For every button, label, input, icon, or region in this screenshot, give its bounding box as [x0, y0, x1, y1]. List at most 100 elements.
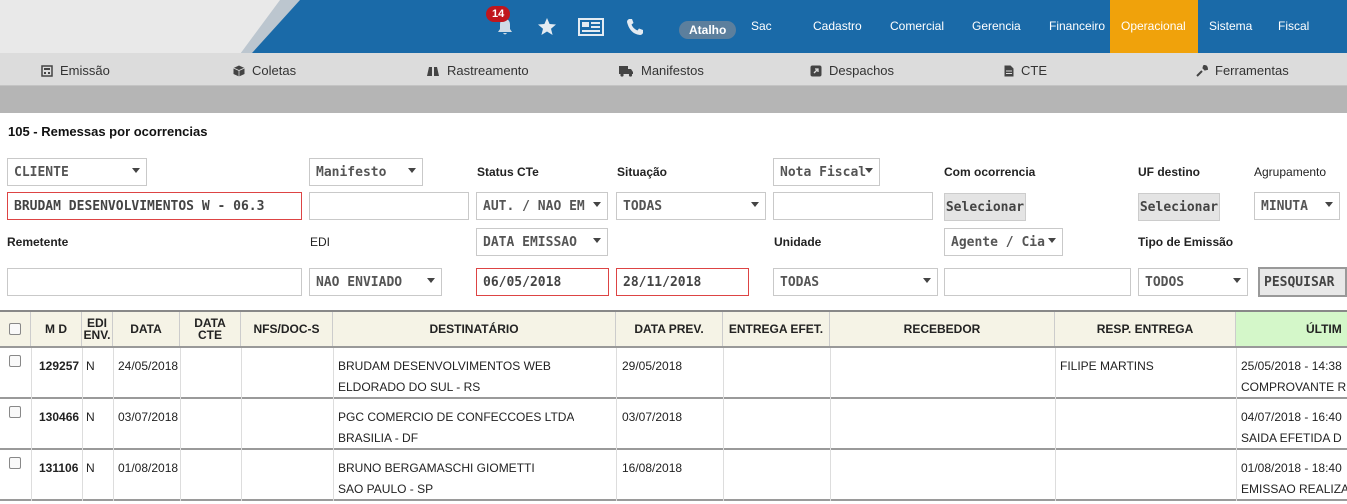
nav-item-sistema[interactable]: Sistema — [1198, 0, 1267, 53]
table-row: 129257 N 24/05/2018 BRUDAM DESENVOLVIMEN… — [0, 348, 1347, 399]
subnav-emissao[interactable]: Emissão — [41, 63, 110, 78]
col-divider — [180, 348, 181, 399]
subnav-manifestos[interactable]: Manifestos — [619, 63, 704, 78]
subnav-ferramentas[interactable]: Ferramentas — [1196, 63, 1289, 78]
phone-button[interactable] — [624, 16, 646, 38]
col-destinatario[interactable]: DESTINATÁRIO — [333, 312, 616, 346]
pesquisar-button[interactable]: PESQUISAR — [1258, 267, 1347, 297]
col-md[interactable]: M D — [31, 312, 82, 346]
edi-select[interactable]: NAO ENVIADO — [309, 268, 442, 296]
binoculars-icon — [427, 66, 439, 76]
col-edi-line2: ENV. — [83, 328, 111, 342]
uf-destino-label: UF destino — [1138, 165, 1200, 179]
row-checkbox[interactable] — [9, 406, 21, 418]
cell-md[interactable]: 129257 — [39, 359, 79, 373]
data-tipo-select[interactable]: DATA EMISSAO — [476, 228, 608, 256]
col-divider — [31, 450, 32, 501]
wrench-icon — [1196, 64, 1208, 77]
col-resp-entrega[interactable]: RESP. ENTREGA — [1055, 312, 1236, 346]
col-divider — [1236, 399, 1237, 450]
page-title: 105 - Remessas por ocorrencias — [8, 124, 208, 139]
row-checkbox[interactable] — [9, 457, 21, 469]
col-data-cte[interactable]: DATA CTE — [180, 312, 241, 346]
remetente-input[interactable] — [7, 268, 302, 296]
nota-fiscal-input[interactable] — [773, 192, 933, 220]
main-nav: Sac Cadastro Comercial Gerencia Financei… — [740, 0, 1327, 53]
col-divider — [830, 450, 831, 501]
cell-destinatario-cidade: ELDORADO DO SUL - RS — [338, 380, 481, 394]
data-fim-input[interactable]: 28/11/2018 — [616, 268, 749, 296]
status-cte-value: AUT. / NAO EM — [483, 198, 585, 214]
cell-edi: N — [86, 461, 95, 475]
com-ocorrencia-label: Com ocorrencia — [944, 165, 1036, 179]
col-edi[interactable]: EDI ENV. — [82, 312, 113, 346]
col-nfs[interactable]: NFS/DOC-S — [241, 312, 333, 346]
data-inicio-input[interactable]: 06/05/2018 — [476, 268, 609, 296]
tipo-emissao-select[interactable]: TODOS — [1138, 268, 1248, 296]
cell-ultima-data: 04/07/2018 - 16:40 — [1241, 410, 1342, 424]
agrupamento-value: MINUTA — [1261, 198, 1308, 214]
atalho-button[interactable]: Atalho — [679, 21, 737, 39]
nav-item-gerencia[interactable]: Gerencia — [961, 0, 1038, 53]
select-all-cell — [0, 312, 31, 346]
nav-item-sac[interactable]: Sac — [740, 0, 802, 53]
situacao-select[interactable]: TODAS — [616, 192, 766, 220]
favorites-button[interactable] — [536, 16, 558, 38]
col-divider — [241, 399, 242, 450]
nav-item-operacional[interactable]: Operacional — [1110, 0, 1198, 53]
ocorrencia-selecionar-button[interactable]: Selecionar — [944, 193, 1026, 221]
newspaper-icon — [578, 17, 604, 36]
col-data-prev[interactable]: DATA PREV. — [616, 312, 723, 346]
cliente-select-value: CLIENTE — [14, 164, 69, 180]
col-divider — [241, 450, 242, 501]
chevron-down-icon — [1233, 278, 1241, 283]
manifesto-select[interactable]: Manifesto — [309, 158, 423, 186]
subnav-coletas[interactable]: Coletas — [233, 63, 296, 78]
subnav-rastreamento[interactable]: Rastreamento — [426, 63, 529, 78]
cliente-input[interactable]: BRUDAM DESENVOLVIMENTOS W - 06.3 — [7, 192, 302, 220]
cell-data: 03/07/2018 — [118, 410, 179, 424]
manifesto-input[interactable] — [309, 192, 469, 220]
cliente-select[interactable]: CLIENTE — [7, 158, 147, 186]
col-recebedor[interactable]: RECEBEDOR — [830, 312, 1055, 346]
row-checkbox[interactable] — [9, 355, 21, 367]
cell-md[interactable]: 131106 — [39, 461, 78, 475]
cell-destinatario-nome: BRUDAM DESENVOLVIMENTOS WEB — [338, 359, 551, 373]
col-entrega[interactable]: ENTREGA EFET. — [723, 312, 830, 346]
news-button[interactable] — [578, 16, 604, 38]
cell-md[interactable]: 130466 — [39, 410, 79, 424]
cell-data: 24/05/2018 — [118, 359, 179, 373]
col-divider — [241, 348, 242, 399]
agrupamento-select[interactable]: MINUTA — [1254, 192, 1340, 220]
agente-input[interactable] — [944, 268, 1131, 296]
nav-item-financeiro[interactable]: Financeiro — [1038, 0, 1110, 53]
col-data[interactable]: DATA — [113, 312, 180, 346]
agente-select[interactable]: Agente / Cia — [944, 228, 1063, 256]
nota-fiscal-select[interactable]: Nota Fiscal — [773, 158, 880, 186]
subnav-cte[interactable]: CTE — [1004, 63, 1047, 78]
col-divider — [1236, 348, 1237, 399]
col-divider — [113, 450, 114, 501]
col-divider — [31, 399, 32, 450]
tipo-emissao-value: TODOS — [1145, 274, 1185, 290]
subnav-despachos[interactable]: Despachos — [810, 63, 894, 78]
truck-icon — [619, 65, 633, 77]
cell-destinatario-nome: BRUNO BERGAMASCHI GIOMETTI — [338, 461, 535, 475]
unidade-select[interactable]: TODAS — [773, 268, 938, 296]
col-ultima[interactable]: ÚLTIM — [1236, 312, 1347, 346]
chevron-down-icon — [751, 202, 759, 207]
cell-edi: N — [86, 359, 95, 373]
uf-selecionar-button[interactable]: Selecionar — [1138, 193, 1220, 221]
col-divider — [82, 450, 83, 501]
col-divider — [333, 399, 334, 450]
nav-item-comercial[interactable]: Comercial — [879, 0, 961, 53]
notifications-button[interactable]: 14 — [486, 5, 516, 38]
table-header: M D EDI ENV. DATA DATA CTE NFS/DOC-S DES… — [0, 312, 1347, 348]
nav-item-fiscal[interactable]: Fiscal — [1267, 0, 1327, 53]
status-cte-select[interactable]: AUT. / NAO EM — [476, 192, 608, 220]
table-row: 130466 N 03/07/2018 PGC COMERCIO DE CONF… — [0, 399, 1347, 450]
nav-item-cadastro[interactable]: Cadastro — [802, 0, 879, 53]
report-panel: 105 - Remessas por ocorrencias CLIENTE M… — [0, 113, 1347, 504]
table-row: 131106 N 01/08/2018 BRUNO BERGAMASCHI GI… — [0, 450, 1347, 501]
select-all-checkbox[interactable] — [9, 323, 21, 335]
